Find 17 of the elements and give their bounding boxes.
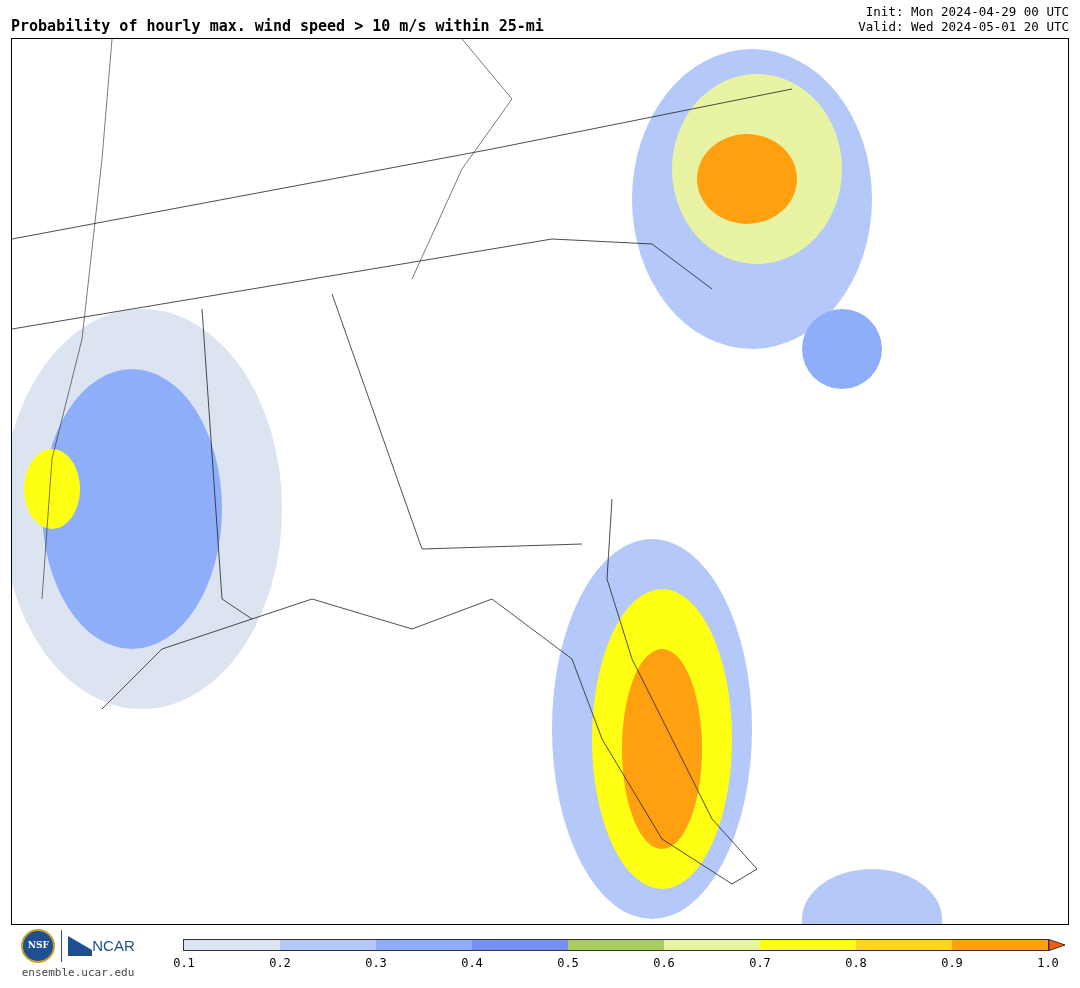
valid-time: Valid: Wed 2024-05-01 20 UTC <box>858 19 1069 34</box>
tick-label: 0.5 <box>557 955 579 972</box>
chart-title: Probability of hourly max. wind speed > 10 m/s within 25-mi <box>11 19 544 34</box>
tick-label: 0.9 <box>941 955 963 972</box>
tick-label: 0.6 <box>653 955 675 972</box>
tick-label: 1.0 <box>1037 955 1059 972</box>
tick-label: 0.7 <box>749 955 771 972</box>
tick-label: 0.2 <box>269 955 291 972</box>
init-time: Init: Mon 2024-04-29 00 UTC <box>865 4 1069 19</box>
tick-label: 0.8 <box>845 955 867 972</box>
tick-label: 0.4 <box>461 955 483 972</box>
tick-label: 0.1 <box>173 955 195 972</box>
website-link[interactable]: ensemble.ucar.edu <box>21 965 135 982</box>
ncar-logo-icon <box>68 936 93 956</box>
nsf-logo: NSF <box>21 929 56 963</box>
ncar-logo: NCAR <box>92 935 135 956</box>
tick-label: 0.3 <box>365 955 387 972</box>
